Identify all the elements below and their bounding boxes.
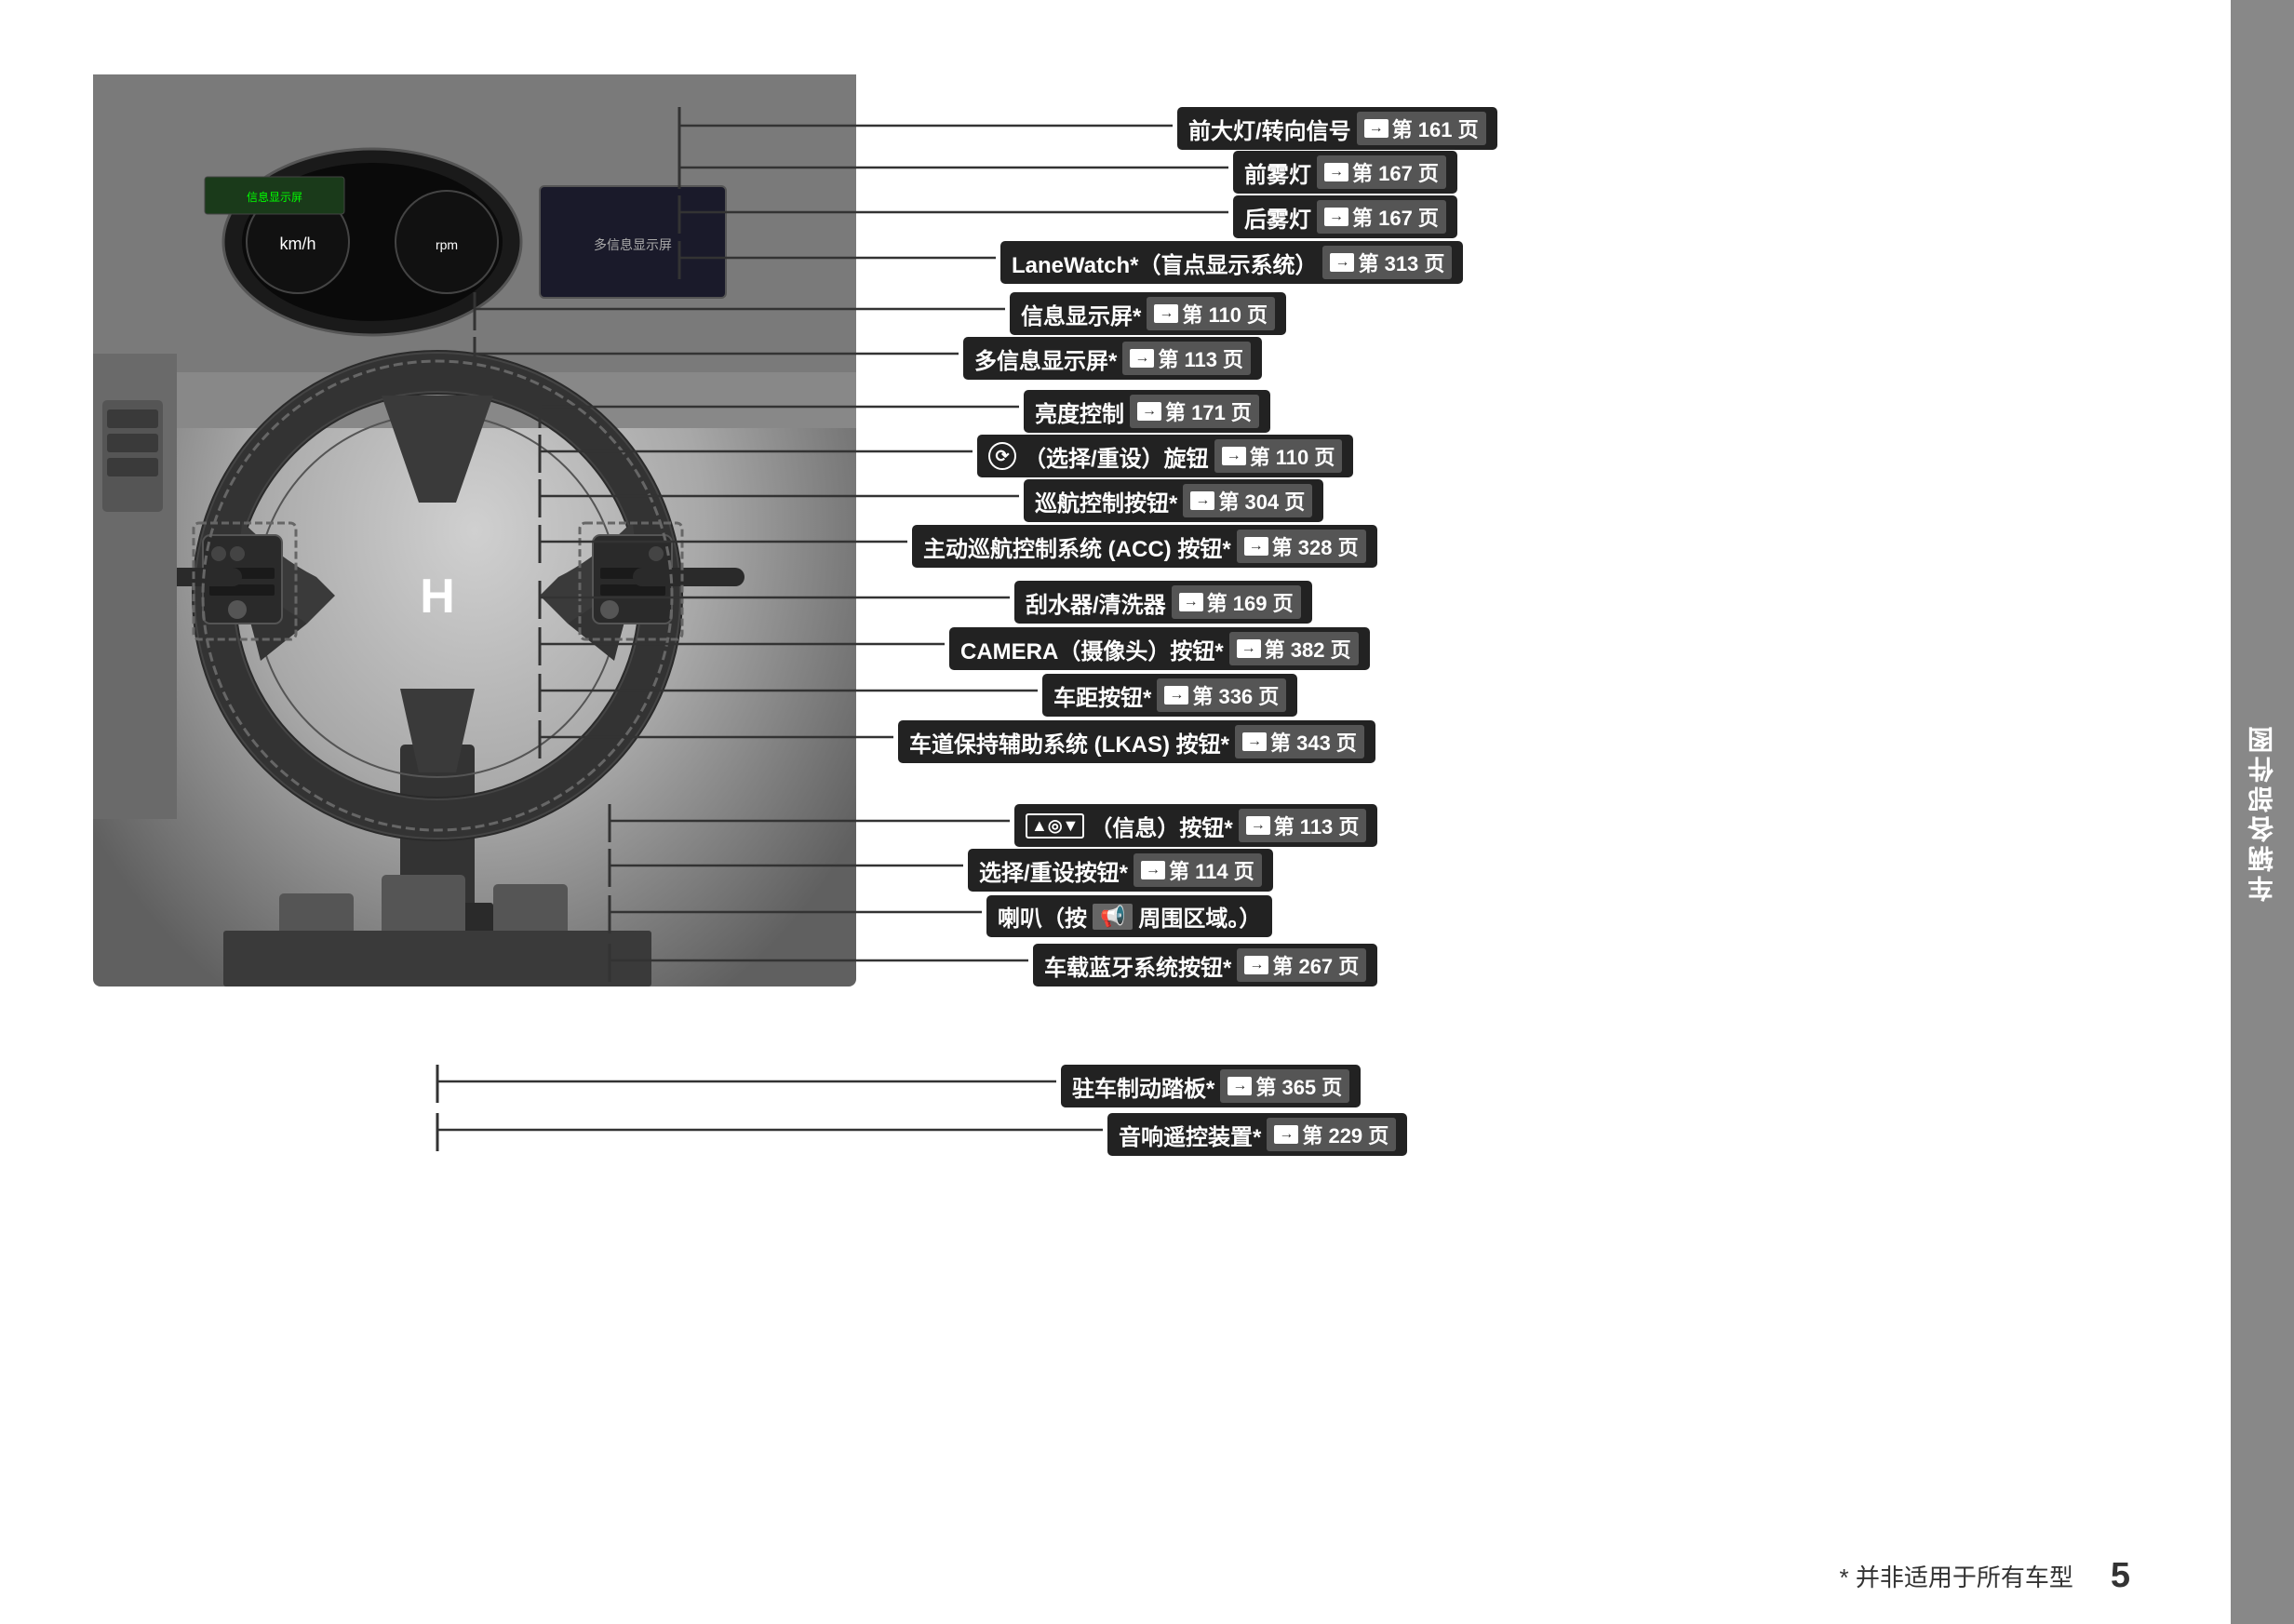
lanewatch-page: 第 313 页 <box>1358 248 1444 277</box>
audio-remote-page: 第 229 页 <box>1302 1120 1388 1149</box>
headlight-page: 第 161 页 <box>1392 114 1479 143</box>
camera-page: 第 382 页 <box>1265 634 1351 664</box>
distance-page: 第 336 页 <box>1192 680 1279 710</box>
rear-fog-label: 后雾灯 <box>1244 201 1311 234</box>
lkas-label: 车道保持辅助系统 (LKAS) 按钮* <box>909 726 1229 758</box>
horn-label: 喇叭（按 <box>998 900 1087 933</box>
camera-label: CAMERA（摄像头）按钮* <box>960 633 1224 665</box>
footer-note: * 并非适用于所有车型 <box>1840 1559 2073 1593</box>
wiper-label: 刮水器/清洗器 <box>1026 586 1166 619</box>
front-fog-label: 前雾灯 <box>1244 156 1311 189</box>
select-reset-btn-label: 选择/重设按钮* <box>979 854 1128 887</box>
acc-label: 主动巡航控制系统 (ACC) 按钮* <box>923 530 1231 563</box>
front-fog-page: 第 167 页 <box>1352 157 1439 187</box>
horn-label2: 周围区域。） <box>1138 900 1261 933</box>
info-display-label: 信息显示屏* <box>1021 298 1141 330</box>
side-tab: 车辆各部件图 <box>2231 0 2294 1624</box>
select-reset-page: 第 110 页 <box>1250 441 1335 471</box>
select-reset-label: （选择/重设）旋钮 <box>1024 440 1209 473</box>
bluetooth-page: 第 267 页 <box>1272 950 1359 980</box>
acc-page: 第 328 页 <box>1272 531 1359 561</box>
info-btn-label: （信息）按钮* <box>1090 810 1232 842</box>
main-content: km/h rpm 信息显示屏 多信息显示屏 <box>0 0 2231 1624</box>
lkas-page: 第 343 页 <box>1270 727 1357 757</box>
brightness-page: 第 171 页 <box>1165 396 1252 426</box>
cruise-label: 巡航控制按钮* <box>1035 485 1177 517</box>
bluetooth-label: 车载蓝牙系统按钮* <box>1044 949 1231 982</box>
parking-brake-page: 第 365 页 <box>1255 1071 1342 1101</box>
select-reset-btn-page: 第 114 页 <box>1169 855 1254 885</box>
rear-fog-page: 第 167 页 <box>1352 202 1439 232</box>
side-tab-text: 车辆各部件图 <box>2244 723 2281 902</box>
parking-brake-label: 驻车制动踏板* <box>1072 1070 1214 1103</box>
lanewatch-label: LaneWatch*（盲点显示系统） <box>1012 247 1317 279</box>
multi-display-page: 第 113 页 <box>1158 343 1243 373</box>
info-btn-prefix: ▲◎▼ <box>1026 813 1084 839</box>
wiper-page: 第 169 页 <box>1207 587 1294 617</box>
audio-remote-label: 音响遥控装置* <box>1119 1119 1261 1151</box>
headlight-label: 前大灯/转向信号 <box>1188 113 1351 145</box>
footer-page: 5 <box>2111 1556 2130 1596</box>
multi-display-label: 多信息显示屏* <box>974 342 1117 375</box>
brightness-label: 亮度控制 <box>1035 396 1124 428</box>
info-display-page: 第 110 页 <box>1182 299 1268 329</box>
info-btn-page: 第 113 页 <box>1274 811 1360 840</box>
cruise-page: 第 304 页 <box>1218 486 1305 516</box>
distance-label: 车距按钮* <box>1053 679 1151 712</box>
footer: * 并非适用于所有车型 5 <box>0 1556 2167 1596</box>
